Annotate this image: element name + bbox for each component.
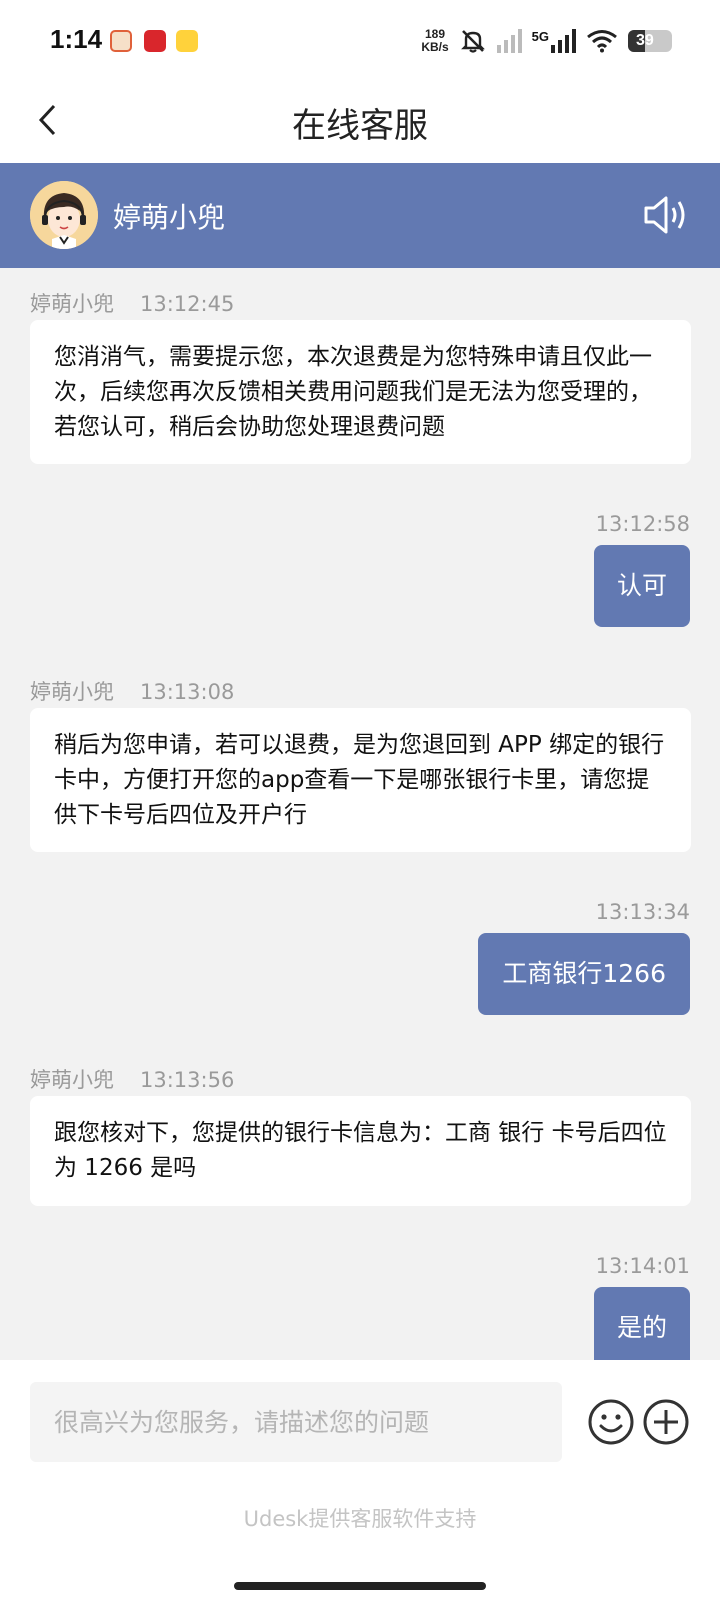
page-title: 在线客服: [292, 106, 428, 146]
title-bar: 在线客服: [0, 80, 720, 163]
incoming-message-bubble[interactable]: 稍后为您申请，若可以退费，是为您退回到 APP 绑定的银行卡中，方便打开您的ap…: [30, 708, 691, 852]
status-bar: 1:14 189 KB/s 5G 39: [0, 0, 720, 80]
speaker-icon: [644, 196, 685, 234]
outgoing-message-bubble[interactable]: 认可: [594, 545, 690, 627]
agent-header: 婷萌小兜: [0, 163, 720, 268]
home-indicator[interactable]: [234, 1582, 486, 1590]
status-indicators: 189 KB/s 5G 39: [421, 24, 672, 58]
emoji-icon: [588, 1399, 634, 1445]
net-speed: 189 KB/s: [421, 28, 448, 54]
message-time: 13:12:58: [595, 512, 690, 536]
chat-area[interactable]: 婷萌小兜 13:12:45 您消消气，需要提示您，本次退费是为您特殊申请且仅此一次…: [0, 268, 720, 1360]
incoming-message-bubble[interactable]: 跟您核对下，您提供的银行卡信息为：工商 银行 卡号后四位为 1266 是吗: [30, 1096, 691, 1206]
message-input[interactable]: [30, 1382, 562, 1462]
agent-avatar-icon: [30, 181, 98, 249]
agent-name: 婷萌小兜: [113, 201, 226, 234]
emoji-button[interactable]: [587, 1398, 635, 1446]
signal-5g-icon: 5G: [532, 29, 576, 53]
net-speed-unit: KB/s: [421, 40, 449, 54]
mute-bell-icon: [460, 30, 485, 53]
message-meta: 婷萌小兜 13:12:45: [30, 288, 234, 318]
more-button[interactable]: [642, 1398, 690, 1446]
signal-icon: [496, 29, 522, 53]
input-bar: Udesk提供客服软件支持: [0, 1360, 720, 1600]
message-time: 13:13:34: [595, 900, 690, 924]
sender-name: 婷萌小兜: [30, 1068, 114, 1092]
agent-avatar: [30, 181, 98, 249]
message-meta: 婷萌小兜 13:13:56: [30, 1064, 234, 1094]
network-type: 5G: [531, 29, 549, 44]
meituan-notification-icon: [176, 30, 198, 52]
plus-icon: [643, 1399, 689, 1445]
status-time: 1:14: [50, 24, 103, 54]
message-time: 13:13:56: [140, 1068, 235, 1092]
battery-level: 39: [636, 32, 654, 49]
incoming-message-bubble[interactable]: 您消消气，需要提示您，本次退费是为您特殊申请且仅此一次，后续您再次反馈相关费用问…: [30, 320, 691, 464]
outgoing-message-bubble[interactable]: 工商银行1266: [478, 933, 690, 1015]
sender-name: 婷萌小兜: [30, 680, 114, 704]
outgoing-message-bubble[interactable]: 是的: [594, 1287, 690, 1360]
message-time: 13:14:01: [595, 1254, 690, 1278]
message-time: 13:12:45: [140, 292, 235, 316]
wifi-icon: [587, 30, 617, 53]
powered-by-text: Udesk提供客服软件支持: [243, 1507, 477, 1531]
tmall-notification-icon: [144, 30, 166, 52]
speaker-button[interactable]: [642, 193, 690, 237]
message-meta: 婷萌小兜 13:13:08: [30, 676, 234, 706]
message-time: 13:13:08: [140, 680, 235, 704]
app-notification-icon: [110, 30, 132, 52]
battery-icon: 39: [628, 30, 672, 52]
sender-name: 婷萌小兜: [30, 292, 114, 316]
